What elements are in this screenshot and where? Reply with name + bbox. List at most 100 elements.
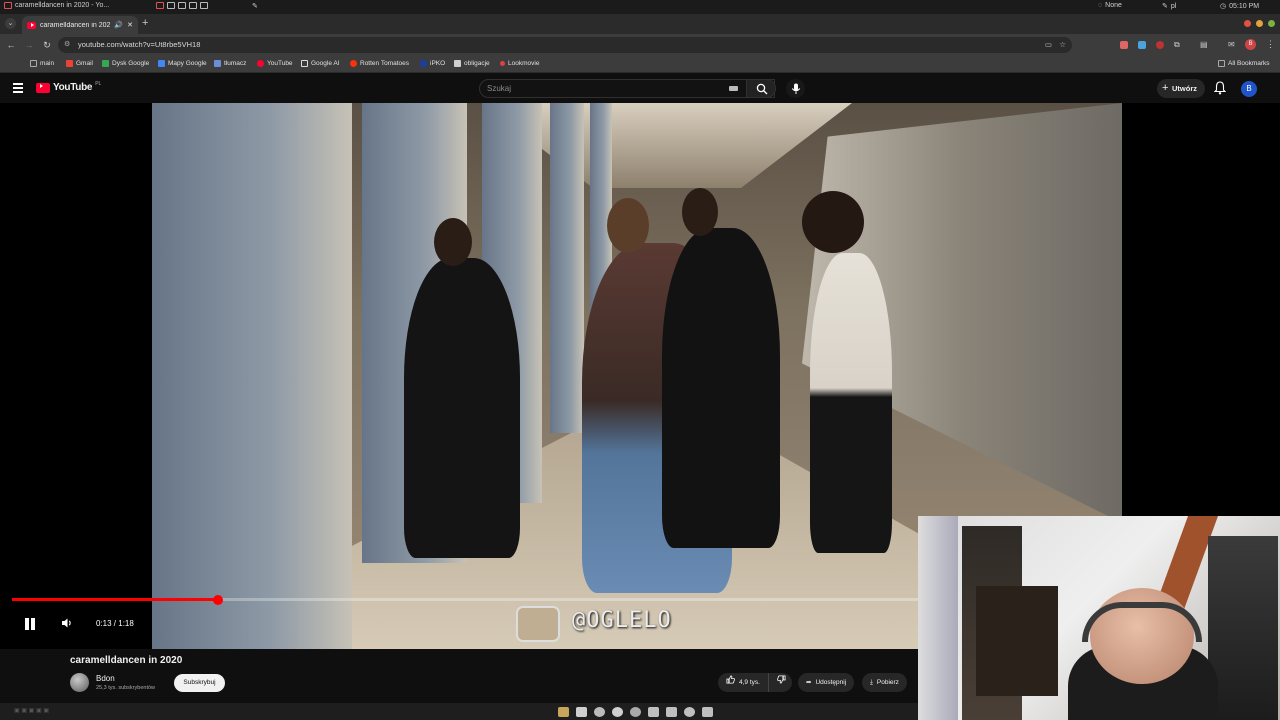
taskbar-tray-text: ▣ ▣ ▣ ▣ ▣ [14, 708, 50, 714]
dislike-button[interactable] [768, 673, 792, 692]
reading-icon[interactable]: ✉ [1228, 40, 1235, 49]
site-info-icon[interactable]: ⚙ [64, 37, 70, 53]
gmail-icon [66, 60, 73, 67]
search-input[interactable]: Szukaj [479, 79, 775, 98]
bookmark-gmail[interactable]: Gmail [66, 60, 93, 67]
search-button[interactable] [746, 79, 776, 98]
create-button[interactable]: + Utwórz [1157, 79, 1205, 98]
workspace-2-icon[interactable] [167, 2, 175, 9]
dancer-head [802, 191, 864, 253]
obs-icon[interactable] [684, 707, 695, 717]
tomato-icon [350, 60, 357, 67]
dancer [662, 228, 780, 548]
channel-name[interactable]: Bdon [96, 674, 115, 683]
minimize-window-icon[interactable] [1256, 20, 1263, 27]
browser-tab[interactable]: caramelldancen in 2020 🔊 ✕ [22, 16, 138, 34]
tab-close-icon[interactable]: ✕ [127, 21, 133, 29]
extensions-icon[interactable]: ⧉ [1174, 40, 1180, 50]
chrome-icon[interactable] [612, 707, 623, 717]
share-button[interactable]: ➦ Udostępnij [798, 673, 855, 692]
bookmark-ipko[interactable]: iPKO [420, 60, 445, 67]
pen-icon[interactable]: ✎ [252, 2, 258, 10]
address-bar-row: ← → ↻ ⚙ youtube.com/watch?v=Ut8rbe5VH18 … [0, 34, 1280, 56]
bookmark-rotten-tomatoes[interactable]: Rotten Tomatoes [350, 60, 409, 67]
status-pl: ✎ pl [1162, 2, 1177, 11]
workspace-1-icon[interactable] [156, 2, 164, 9]
like-button[interactable]: 4,9 tys. [718, 673, 768, 692]
volume-icon[interactable] [61, 617, 75, 631]
document-icon [454, 60, 461, 67]
maximize-window-icon[interactable] [1268, 20, 1275, 27]
clock: ◷ 05:10 PM [1220, 2, 1260, 11]
thumbs-up-icon [726, 673, 735, 692]
subscriber-count: 25,3 tys. subskrybentów [96, 685, 156, 691]
app-icon[interactable] [702, 707, 713, 717]
files-icon[interactable] [558, 707, 569, 717]
subscribe-button[interactable]: Subskrybuj [174, 674, 225, 692]
bookmark-google-ai[interactable]: Google AI [301, 60, 340, 67]
dancer [810, 253, 892, 553]
app-icon [4, 2, 12, 9]
back-icon[interactable]: ← [4, 38, 18, 52]
bookmark-dysk-google[interactable]: Dysk Google [102, 60, 149, 67]
shield-icon[interactable] [666, 707, 677, 717]
reload-icon[interactable]: ↻ [40, 38, 54, 52]
maps-icon [158, 60, 165, 67]
clothes-rack [918, 516, 958, 720]
youtube-favicon-icon [27, 21, 36, 29]
download-button[interactable]: ⤓ Pobierz [862, 673, 907, 692]
progress-bar[interactable] [12, 595, 918, 605]
all-bookmarks[interactable]: All Bookmarks [1218, 60, 1270, 67]
pillar [550, 103, 584, 433]
dancer-head [682, 188, 718, 236]
workspace-3-icon[interactable] [178, 2, 186, 9]
menu-kebab-icon[interactable]: ⋮ [1266, 39, 1275, 50]
scrubber-handle[interactable] [212, 595, 223, 605]
audio-icon[interactable]: 🔊 [114, 21, 123, 29]
folder-icon [1218, 60, 1225, 67]
bookmarks-bar: main Gmail Dysk Google Mapy Google tłuma… [0, 56, 1280, 73]
keyboard-icon[interactable] [729, 86, 738, 91]
new-tab-icon[interactable]: + [142, 17, 148, 29]
search-placeholder: Szukaj [487, 84, 512, 93]
workspace-4-icon[interactable] [189, 2, 197, 9]
extension-2-icon[interactable] [1138, 41, 1146, 49]
discord-icon[interactable] [648, 707, 659, 717]
youtube-logo-icon [36, 82, 50, 93]
tab-search-icon[interactable]: ⌄ [5, 18, 16, 29]
exercise-bike [1208, 536, 1278, 720]
workspace-icons[interactable] [156, 2, 208, 9]
hamburger-menu-icon[interactable] [13, 83, 23, 93]
workspace-5-icon[interactable] [200, 2, 208, 9]
youtube-logo[interactable]: YouTube PL [36, 81, 101, 93]
forward-icon[interactable]: → [22, 38, 36, 52]
extension-3-icon[interactable] [1156, 41, 1164, 49]
bookmark-tlumacz[interactable]: tłumacz [214, 60, 246, 67]
bookmark-youtube[interactable]: YouTube [257, 60, 293, 67]
close-window-icon[interactable] [1244, 20, 1251, 27]
profile-avatar[interactable]: B [1245, 39, 1256, 50]
video-title: caramelldancen in 2020 [70, 655, 183, 666]
steam-icon[interactable] [630, 707, 641, 717]
sidebar-icon[interactable]: ▤ [1200, 40, 1208, 49]
extension-1-icon[interactable] [1120, 41, 1128, 49]
cast-icon[interactable]: ▭ [1045, 37, 1052, 53]
url-text: youtube.com/watch?v=Ut8rbe5VH18 [78, 40, 201, 49]
thumbs-down-icon [777, 673, 786, 692]
terminal-icon[interactable] [576, 707, 587, 717]
window-title-text: caramelldancen in 2020 - Yo... [15, 2, 110, 9]
spotify-icon[interactable] [594, 707, 605, 717]
dancer-head [607, 198, 649, 253]
bookmark-star-icon[interactable]: ☆ [1059, 37, 1066, 53]
channel-avatar[interactable] [70, 673, 89, 692]
bookmark-obligacje[interactable]: obligacje [454, 60, 490, 67]
pause-button[interactable] [23, 617, 37, 631]
account-avatar[interactable]: B [1241, 81, 1257, 97]
bookmark-main[interactable]: main [30, 60, 54, 67]
dresser [976, 586, 1058, 696]
bookmark-lookmovie[interactable]: Lookmovie [500, 60, 539, 67]
voice-search-button[interactable] [786, 79, 805, 98]
bookmark-mapy-google[interactable]: Mapy Google [158, 60, 207, 67]
notifications-bell-icon[interactable] [1213, 81, 1227, 100]
url-bar[interactable]: ⚙ youtube.com/watch?v=Ut8rbe5VH18 ▭ ☆ [58, 37, 1072, 53]
